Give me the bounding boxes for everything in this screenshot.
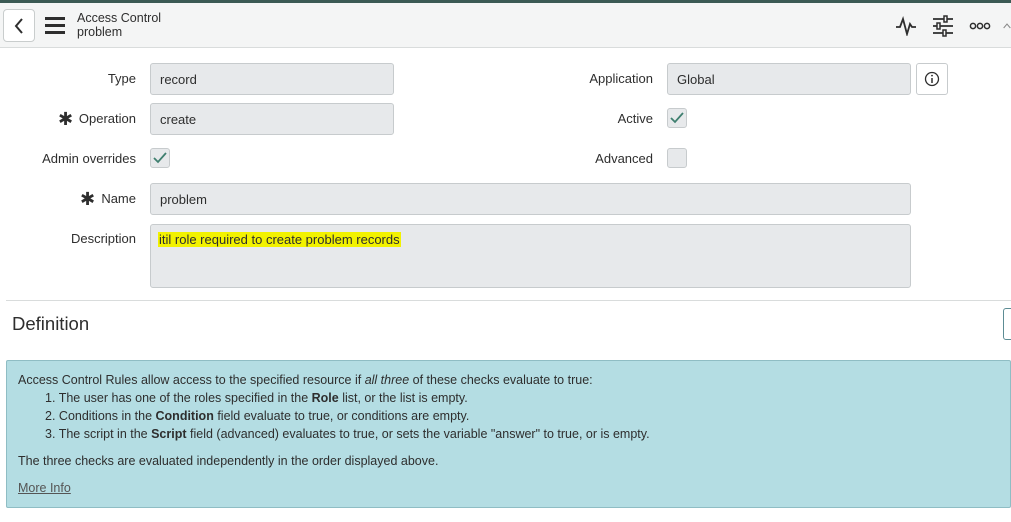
chevron-left-icon	[14, 17, 23, 34]
definition-note: The three checks are evaluated independe…	[18, 454, 439, 468]
admin-overrides-label: Admin overrides	[42, 151, 136, 166]
record-name-subtitle: problem	[77, 25, 123, 39]
advanced-label: Advanced	[595, 151, 653, 166]
back-button[interactable]	[3, 9, 35, 42]
form-header: Access Control problem	[0, 0, 1011, 48]
list-item: 2. Conditions in the Condition field eva…	[45, 409, 470, 423]
sliders-icon[interactable]	[931, 13, 955, 39]
description-text: itil role required to create problem rec…	[158, 232, 401, 247]
record-type-title: Access Control	[77, 11, 162, 25]
advanced-checkbox[interactable]	[667, 148, 687, 168]
list-item: 3. The script in the Script field (advan…	[45, 427, 650, 441]
info-icon	[924, 71, 940, 87]
activity-pulse-icon[interactable]	[894, 13, 918, 39]
more-info-link[interactable]: More Info	[18, 481, 71, 495]
checks-list: 1. The user has one of the roles specifi…	[45, 389, 999, 443]
type-label: Type	[107, 71, 136, 86]
section-toggle-button[interactable]	[1003, 308, 1011, 340]
definition-info-box: Access Control Rules allow access to the…	[6, 360, 1011, 508]
definition-intro: Access Control Rules allow access to the…	[18, 373, 593, 387]
info-button[interactable]	[916, 63, 948, 95]
checkmark-icon	[670, 112, 684, 124]
application-label: Application	[589, 71, 653, 86]
more-options-icon[interactable]	[968, 13, 992, 39]
operation-label: Operation	[78, 111, 136, 126]
page-title: Access Control problem	[77, 11, 161, 39]
type-field[interactable]: record	[150, 63, 394, 95]
checkmark-icon	[153, 152, 167, 164]
chevron-up-icon[interactable]	[1003, 13, 1011, 39]
definition-heading: Definition	[12, 313, 90, 334]
name-field[interactable]: problem	[150, 183, 911, 215]
active-label: Active	[617, 111, 653, 126]
description-label: Description	[70, 231, 136, 246]
hamburger-menu-icon[interactable]	[45, 17, 67, 34]
list-item: 1. The user has one of the roles specifi…	[45, 391, 468, 405]
operation-field[interactable]: create	[150, 103, 394, 135]
application-field[interactable]: Global	[667, 63, 911, 95]
section-divider	[6, 300, 1011, 301]
name-label: Name	[101, 191, 136, 206]
active-checkbox[interactable]	[667, 108, 687, 128]
admin-overrides-checkbox[interactable]	[150, 148, 170, 168]
